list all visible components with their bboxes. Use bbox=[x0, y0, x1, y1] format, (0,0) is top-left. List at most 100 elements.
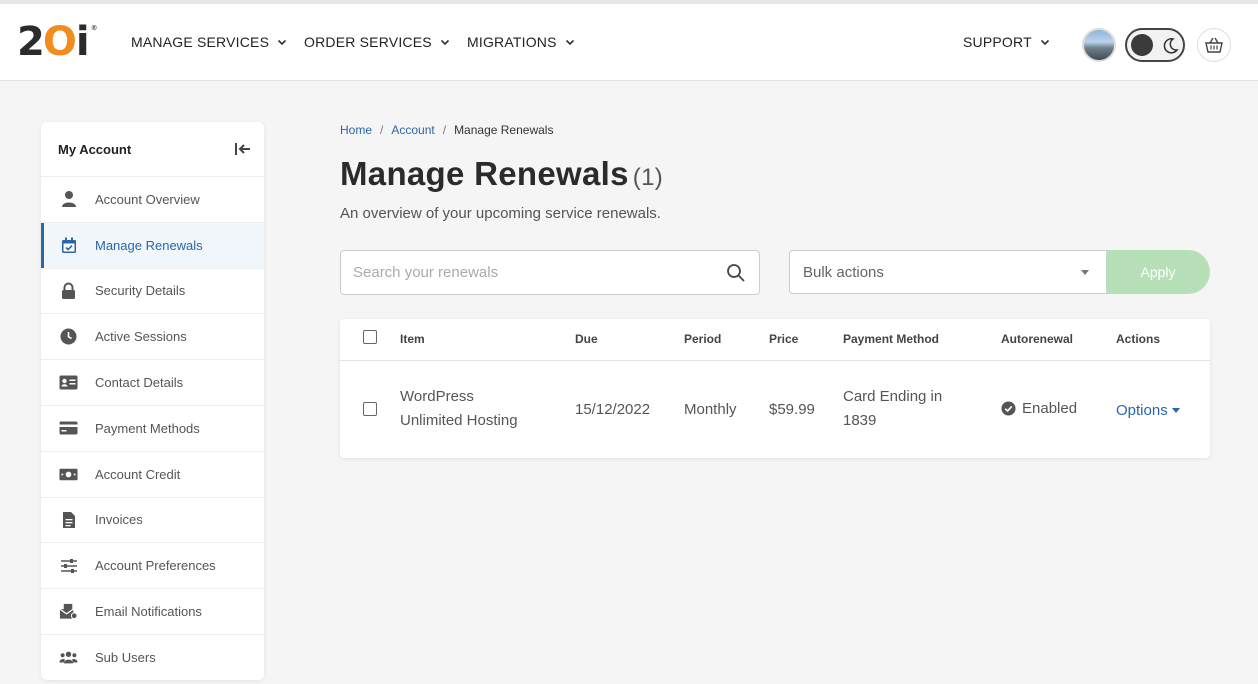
autorenewal-status: Enabled bbox=[1022, 400, 1078, 417]
document-icon bbox=[59, 510, 78, 529]
bulk-actions-label: Bulk actions bbox=[803, 263, 884, 281]
row-checkbox[interactable] bbox=[363, 402, 377, 416]
sidebar-item-sub-users[interactable]: Sub Users bbox=[41, 633, 264, 680]
breadcrumb-home[interactable]: Home bbox=[340, 123, 372, 137]
caret-down-icon bbox=[1171, 408, 1180, 413]
sidebar-item-manage-renewals[interactable]: Manage Renewals bbox=[41, 221, 264, 268]
breadcrumb-current: Manage Renewals bbox=[454, 123, 554, 137]
sidebar-item-email-notifications[interactable]: Email Notifications bbox=[41, 588, 264, 634]
chevron-down-icon bbox=[1040, 39, 1049, 46]
breadcrumb-account[interactable]: Account bbox=[391, 123, 434, 137]
sidebar-item-account-preferences[interactable]: Account Preferences bbox=[41, 542, 264, 588]
page-subtitle: An overview of your upcoming service ren… bbox=[340, 205, 661, 222]
moon-icon bbox=[1163, 38, 1179, 54]
sidebar-item-invoices[interactable]: Invoices bbox=[41, 496, 264, 543]
clock-icon bbox=[59, 327, 78, 346]
breadcrumb-separator: / bbox=[442, 123, 447, 137]
sidebar-item-label: Contact Details bbox=[95, 375, 184, 391]
id-card-icon bbox=[59, 373, 78, 392]
basket-button[interactable] bbox=[1197, 28, 1231, 62]
chevron-down-icon bbox=[278, 39, 287, 46]
table-row: WordPress Unlimited Hosting 15/12/2022 M… bbox=[340, 362, 1210, 458]
row-payment-line2: 1839 bbox=[843, 412, 877, 429]
sidebar-item-label: Email Notifications bbox=[95, 604, 202, 620]
nav-order-services-label: ORDER SERVICES bbox=[304, 34, 432, 50]
logo-digit-zero: O bbox=[42, 19, 77, 65]
header-item: Item bbox=[400, 332, 425, 346]
sidebar-item-label: Account Overview bbox=[95, 191, 200, 207]
row-price: $59.99 bbox=[769, 401, 815, 418]
lock-icon bbox=[59, 281, 78, 300]
sidebar-item-label: Payment Methods bbox=[95, 420, 200, 436]
sidebar-item-label: Security Details bbox=[95, 283, 186, 299]
user-avatar[interactable] bbox=[1082, 28, 1116, 62]
sidebar-item-label: Account Credit bbox=[95, 466, 181, 482]
sidebar-item-account-credit[interactable]: Account Credit bbox=[41, 450, 264, 497]
nav-support[interactable]: SUPPORT bbox=[963, 34, 1050, 50]
sidebar-item-account-overview[interactable]: Account Overview bbox=[41, 176, 264, 222]
breadcrumb-separator: / bbox=[380, 123, 384, 137]
money-icon bbox=[59, 465, 78, 484]
nav-order-services[interactable]: ORDER SERVICES bbox=[304, 34, 450, 50]
sliders-icon bbox=[59, 556, 78, 575]
check-circle-icon bbox=[1001, 401, 1016, 416]
nav-support-label: SUPPORT bbox=[963, 34, 1032, 50]
renewals-table: Item Due Period Price Payment Method Aut… bbox=[340, 319, 1210, 458]
row-item-line1: WordPress bbox=[400, 388, 474, 405]
header-price: Price bbox=[769, 332, 799, 346]
sidebar-item-label: Manage Renewals bbox=[95, 237, 203, 253]
logo-letter-i: i bbox=[75, 19, 90, 65]
sidebar-item-active-sessions[interactable]: Active Sessions bbox=[41, 313, 264, 359]
options-label: Options bbox=[1116, 402, 1168, 419]
logo-digit-two: 2 bbox=[17, 19, 45, 65]
sidebar-item-label: Invoices bbox=[95, 512, 143, 528]
sidebar-item-label: Sub Users bbox=[95, 649, 156, 665]
bulk-actions-select[interactable]: Bulk actions bbox=[789, 250, 1107, 294]
brand-logo[interactable]: 2 O i ® bbox=[17, 22, 98, 64]
header-actions: Actions bbox=[1116, 332, 1161, 346]
apply-button[interactable]: Apply bbox=[1106, 250, 1210, 294]
nav-manage-services[interactable]: MANAGE SERVICES bbox=[131, 34, 287, 50]
caret-down-icon bbox=[1081, 270, 1089, 275]
nav-manage-services-label: MANAGE SERVICES bbox=[131, 34, 270, 50]
options-dropdown[interactable]: Options bbox=[1116, 402, 1180, 419]
basket-icon bbox=[1205, 37, 1223, 53]
sidebar-title: My Account bbox=[58, 141, 132, 157]
search-input[interactable] bbox=[341, 251, 711, 294]
sidebar-item-label: Account Preferences bbox=[95, 558, 216, 574]
calendar-check-icon bbox=[59, 236, 78, 255]
nav-migrations-label: MIGRATIONS bbox=[467, 34, 557, 50]
table-header: Item Due Period Price Payment Method Aut… bbox=[340, 319, 1210, 361]
toggle-knob bbox=[1131, 34, 1153, 56]
sidebar-item-contact-details[interactable]: Contact Details bbox=[41, 359, 264, 405]
header-payment-method: Payment Method bbox=[843, 332, 940, 346]
header-period: Period bbox=[684, 332, 722, 346]
nav-migrations[interactable]: MIGRATIONS bbox=[467, 34, 575, 50]
page-title-text: Manage Renewals bbox=[340, 155, 629, 192]
row-item-line2: Unlimited Hosting bbox=[400, 412, 518, 429]
collapse-sidebar-icon[interactable] bbox=[234, 141, 252, 157]
breadcrumb: Home / Account / Manage Renewals bbox=[340, 123, 553, 137]
top-navigation: 2 O i ® MANAGE SERVICES ORDER SERVICES M… bbox=[0, 0, 1258, 81]
row-payment-method: Card Ending in 1839 bbox=[843, 385, 942, 433]
select-all-checkbox[interactable] bbox=[363, 330, 377, 344]
sidebar-item-security-details[interactable]: Security Details bbox=[41, 267, 264, 314]
registered-mark: ® bbox=[90, 24, 98, 32]
row-autorenewal: Enabled bbox=[1001, 400, 1077, 417]
search-icon[interactable] bbox=[726, 263, 746, 283]
page-title: Manage Renewals (1) bbox=[340, 155, 663, 193]
header-due: Due bbox=[575, 332, 598, 346]
user-icon bbox=[59, 190, 78, 209]
row-payment-line1: Card Ending in bbox=[843, 388, 943, 405]
dark-mode-toggle[interactable] bbox=[1125, 28, 1185, 62]
sidebar-item-payment-methods[interactable]: Payment Methods bbox=[41, 404, 264, 451]
sidebar-item-label: Active Sessions bbox=[95, 329, 187, 345]
row-period: Monthly bbox=[684, 401, 737, 418]
row-item: WordPress Unlimited Hosting bbox=[400, 385, 518, 433]
account-sidebar: My Account Account Overview Manage Renew… bbox=[41, 122, 264, 680]
row-due: 15/12/2022 bbox=[575, 401, 651, 418]
chevron-down-icon bbox=[565, 39, 574, 46]
chevron-down-icon bbox=[440, 39, 449, 46]
sidebar-header: My Account bbox=[41, 122, 264, 176]
header-autorenewal: Autorenewal bbox=[1001, 332, 1074, 346]
